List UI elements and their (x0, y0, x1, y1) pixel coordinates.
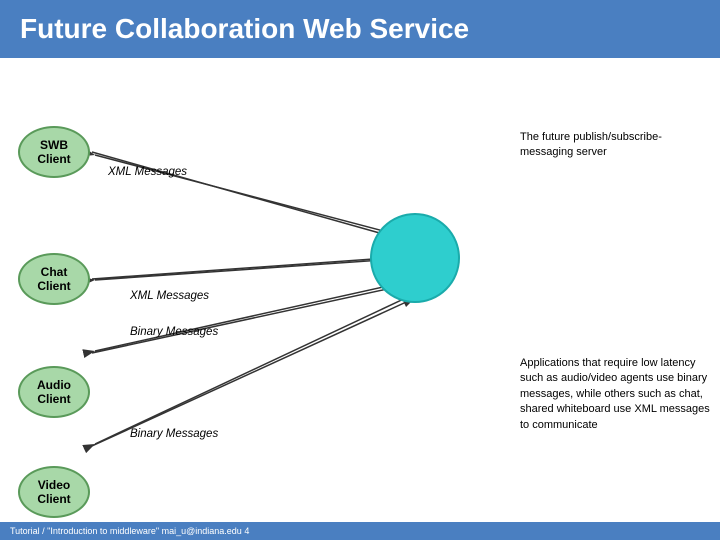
binary-messages-label-1: Binary Messages (130, 326, 218, 338)
footer-text: Tutorial / "Introduction to middleware" … (10, 526, 249, 536)
binary-messages-label-2: Binary Messages (130, 428, 218, 440)
xml-messages-label-1: XML Messages (108, 166, 187, 178)
client-audio: AudioClient (18, 366, 90, 418)
main-content: SWBClient ChatClient AudioClient VideoCl… (0, 58, 720, 540)
page-title: Future Collaboration Web Service (20, 13, 469, 45)
client-video: VideoClient (18, 466, 90, 518)
client-chat: ChatClient (18, 253, 90, 305)
latency-note-text: Applications that require low latency su… (520, 356, 710, 433)
header: Future Collaboration Web Service (0, 0, 720, 58)
publish-subscribe-text: The future publish/subscribe-messaging s… (520, 130, 700, 161)
central-server-circle (370, 213, 460, 303)
client-swb: SWBClient (18, 126, 90, 178)
footer-bar: Tutorial / "Introduction to middleware" … (0, 522, 720, 540)
xml-messages-label-2: XML Messages (130, 290, 209, 302)
